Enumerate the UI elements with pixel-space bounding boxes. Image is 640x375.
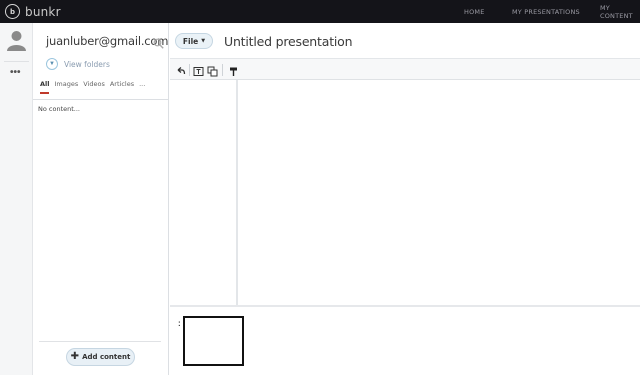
view-folders-label: View folders: [64, 59, 110, 69]
tabs-divider: [33, 99, 169, 100]
add-content-button[interactable]: ✚ Add content: [66, 348, 135, 366]
editor-toolbar: [170, 58, 640, 80]
file-menu-button[interactable]: File ▼: [175, 33, 213, 49]
presentation-title[interactable]: Untitled presentation: [224, 34, 353, 49]
brand-logo[interactable]: b bunkr: [5, 4, 61, 19]
plus-icon: ✚: [70, 351, 80, 362]
nav-my-presentations-link[interactable]: MY PRESENTATIONS: [512, 0, 580, 23]
toolbar-divider: [189, 64, 190, 76]
top-nav-bar: b bunkr HOME MY PRESENTATIONS MY CONTENT: [0, 0, 640, 23]
user-email: juanluber@gmail.com: [46, 34, 169, 48]
slide-outline-panel[interactable]: [170, 80, 238, 305]
text-frame-icon[interactable]: [193, 64, 204, 76]
toolbar-divider: [222, 64, 223, 76]
slide-canvas[interactable]: [240, 80, 640, 305]
slide-number: :: [178, 319, 181, 328]
undo-icon[interactable]: [175, 64, 186, 75]
more-options-icon[interactable]: •••: [10, 67, 21, 78]
chevron-down-icon: ▼: [46, 58, 58, 70]
editor-area: File ▼ Untitled presentation:: [170, 23, 640, 375]
slide-thumbnail[interactable]: [183, 316, 244, 366]
tab-images[interactable]: Images: [55, 80, 79, 88]
nav-home-link[interactable]: HOME: [464, 0, 485, 23]
tab-articles[interactable]: Articles: [110, 80, 134, 88]
paint-roller-icon[interactable]: [228, 64, 239, 76]
view-folders-toggle[interactable]: ▼ View folders: [46, 58, 110, 70]
add-content-label: Add content: [82, 353, 131, 361]
tab-videos[interactable]: Videos: [83, 80, 105, 88]
tab-all[interactable]: All: [40, 80, 50, 94]
nav-my-content-link[interactable]: MY CONTENT: [600, 0, 640, 23]
layers-icon[interactable]: [207, 64, 218, 77]
slide-thumbnail-strip: :: [170, 307, 640, 375]
left-rail: •••: [0, 23, 33, 375]
sidebar-footer-divider: [39, 341, 161, 342]
tab-more[interactable]: ...: [139, 80, 145, 88]
caret-down-icon: ▼: [201, 38, 206, 44]
bunkr-logo-icon: b: [5, 4, 20, 19]
file-menu-label: File: [182, 36, 199, 46]
empty-content-message: No content...: [38, 105, 80, 113]
brand-name: bunkr: [25, 4, 61, 19]
rail-divider: [4, 61, 29, 62]
content-tabs: All Images Videos Articles ...: [40, 80, 150, 94]
user-avatar-icon[interactable]: [7, 30, 26, 51]
content-sidebar: juanluber@gmail.com ▼ View folders All I…: [33, 23, 169, 375]
search-icon[interactable]: [153, 36, 164, 49]
